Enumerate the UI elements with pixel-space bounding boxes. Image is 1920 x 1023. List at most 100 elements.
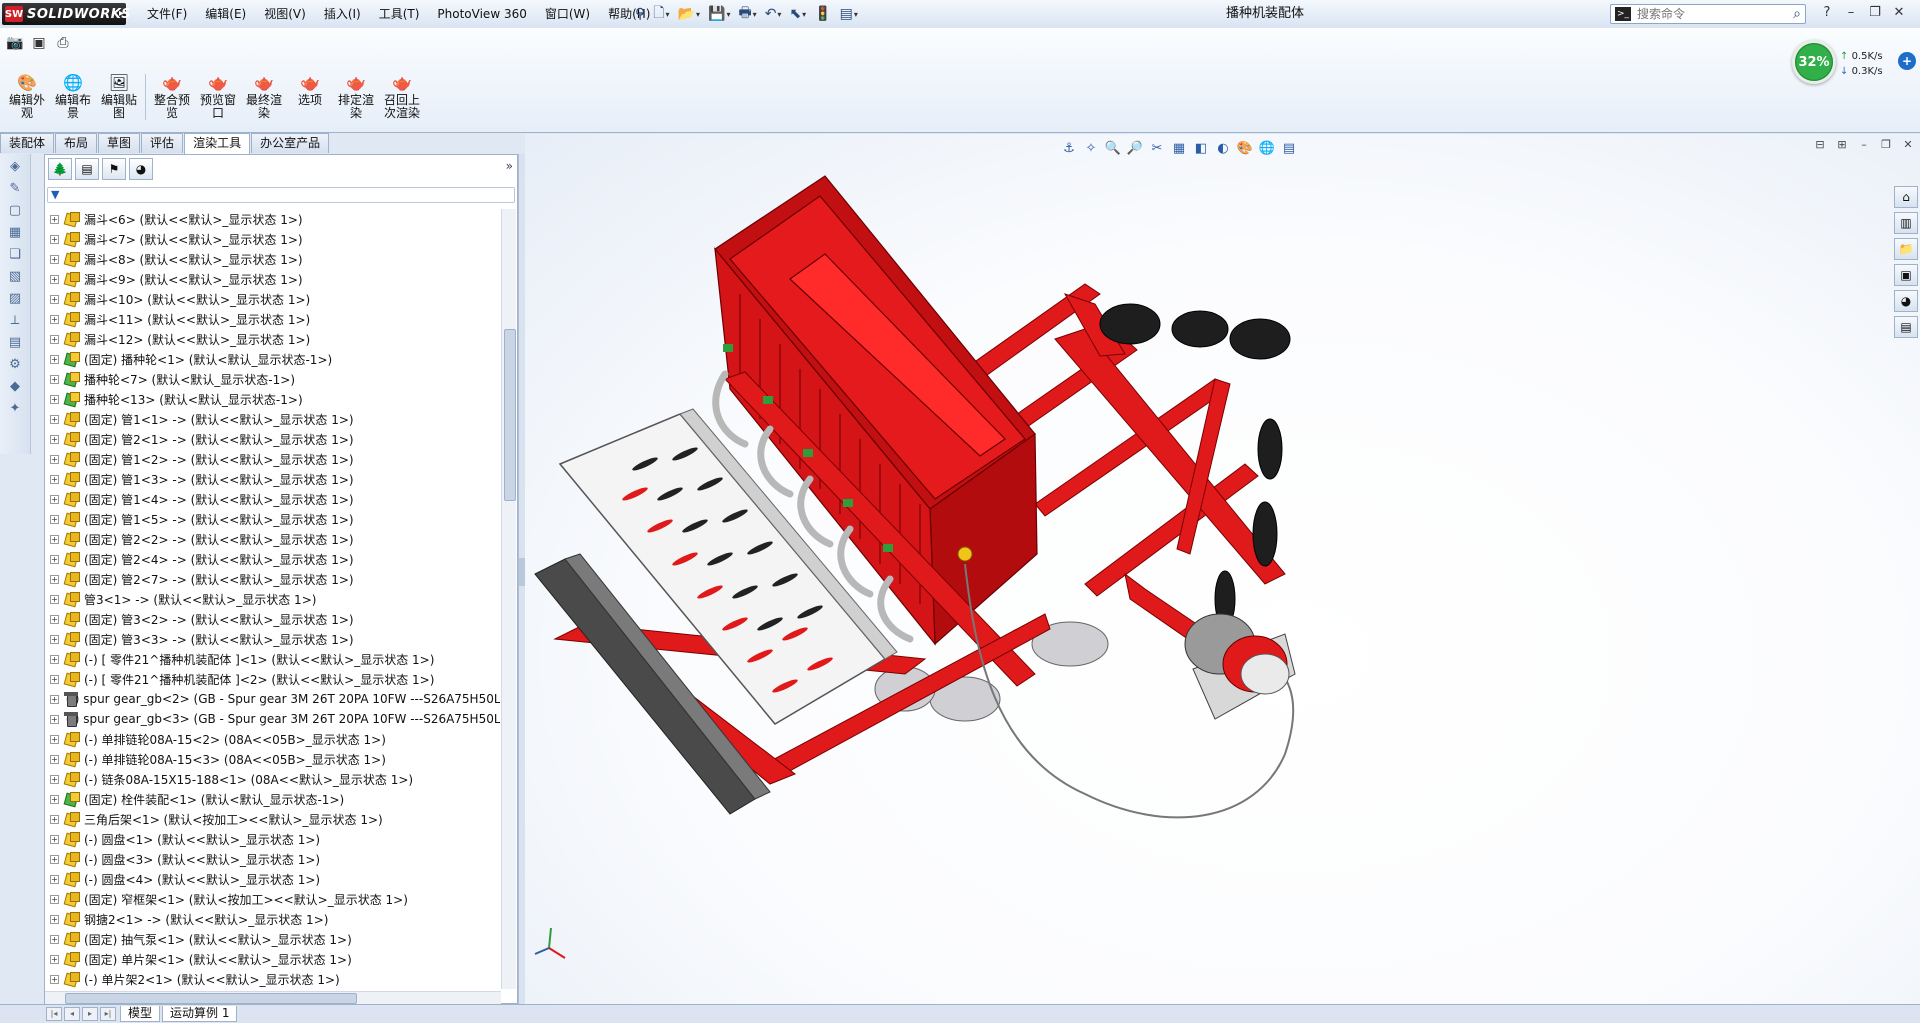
tab-assembly[interactable]: 装配体 bbox=[0, 133, 55, 153]
tree-item[interactable]: + 漏斗<7> (默认<<默认>_显示状态 1>) bbox=[45, 229, 500, 249]
tree-item[interactable]: + 漏斗<11> (默认<<默认>_显示状态 1>) bbox=[45, 309, 500, 329]
expand-icon[interactable]: + bbox=[50, 894, 59, 904]
tree-item[interactable]: + (-) 圆盘<3> (默认<<默认>_显示状态 1>) bbox=[45, 849, 500, 869]
shell-icon[interactable]: ▨ bbox=[6, 290, 24, 308]
graphics-area[interactable]: ⚓ ✧ 🔍 🔎 ✂ ▦ ◧ ◐ 🎨 🌐 ▤ ⊟ ⊞ – ❐ ✕ ⌂ ▥ 📁 ▣ … bbox=[525, 134, 1920, 1004]
expand-icon[interactable]: + bbox=[50, 654, 59, 664]
expand-icon[interactable]: + bbox=[50, 974, 59, 984]
sketch-icon[interactable]: ✎ bbox=[6, 180, 24, 198]
tab-model[interactable]: 模型 bbox=[120, 1006, 161, 1022]
tree-item[interactable]: + (固定) 管1<5> -> (默认<<默认>_显示状态 1>) bbox=[45, 509, 500, 529]
tree-item[interactable]: + (-) 单排链轮08A-15<2> (08A<<05B>_显示状态 1>) bbox=[45, 729, 500, 749]
options-render-button[interactable]: 🫖 选项 bbox=[287, 72, 333, 107]
expand-icon[interactable]: + bbox=[50, 414, 59, 424]
display-manager-tab-icon[interactable]: ◕ bbox=[129, 158, 153, 180]
menu-tools[interactable]: 工具(T) bbox=[370, 0, 429, 28]
edit-decal-button[interactable]: 🖼 编辑贴图 bbox=[96, 72, 142, 120]
next-tab-icon[interactable]: ▸ bbox=[82, 1007, 98, 1021]
expand-icon[interactable]: + bbox=[50, 374, 59, 384]
tree-item[interactable]: + 漏斗<12> (默认<<默认>_显示状态 1>) bbox=[45, 329, 500, 349]
tree-item[interactable]: + (固定) 管1<1> -> (默认<<默认>_显示状态 1>) bbox=[45, 409, 500, 429]
smart-fastener-icon[interactable]: ✦ bbox=[6, 400, 24, 418]
print-render-icon[interactable]: ⎙ bbox=[54, 34, 72, 52]
tree-filter-field[interactable]: ▼ bbox=[47, 187, 515, 203]
help-icon[interactable]: ? bbox=[1816, 2, 1838, 24]
expand-icon[interactable]: + bbox=[50, 934, 59, 944]
expand-icon[interactable]: + bbox=[50, 874, 59, 884]
plus-icon[interactable]: + bbox=[1898, 52, 1916, 70]
expand-icon[interactable]: + bbox=[50, 354, 59, 364]
search-icon[interactable]: ⌕ bbox=[1793, 6, 1801, 22]
prev-tab-icon[interactable]: ◂ bbox=[64, 1007, 80, 1021]
save-button[interactable]: 💾 ▾ bbox=[705, 3, 733, 25]
expand-icon[interactable]: + bbox=[50, 694, 59, 704]
tree-item[interactable]: + 三角后架<1> (默认<按加工><<默认>_显示状态 1>) bbox=[45, 809, 500, 829]
schedule-render-button[interactable]: 🫖 排定渲染 bbox=[333, 72, 379, 120]
rebuild-button[interactable]: 🚦 bbox=[811, 3, 834, 25]
tab-office-products[interactable]: 办公室产品 bbox=[251, 133, 330, 153]
measure-icon[interactable]: ▤ bbox=[6, 334, 24, 352]
panel-splitter[interactable] bbox=[518, 154, 525, 1004]
close-button[interactable]: ✕ bbox=[1888, 2, 1910, 24]
tab-motion-study[interactable]: 运动算例 1 bbox=[162, 1006, 238, 1022]
tree-item[interactable]: + (固定) 管2<4> -> (默认<<默认>_显示状态 1>) bbox=[45, 549, 500, 569]
seeder-assembly-model[interactable] bbox=[525, 134, 1920, 1004]
render-region-icon[interactable]: ▣ bbox=[30, 34, 48, 52]
tree-item[interactable]: + (固定) 播种轮<1> (默认<默认_显示状态-1>) bbox=[45, 349, 500, 369]
box-icon[interactable]: ▢ bbox=[6, 202, 24, 220]
expand-icon[interactable]: + bbox=[50, 594, 59, 604]
tab-sketch[interactable]: 草图 bbox=[98, 133, 141, 153]
expand-icon[interactable]: + bbox=[50, 514, 59, 524]
expand-icon[interactable]: + bbox=[50, 834, 59, 844]
axis-icon[interactable]: ⟂ bbox=[6, 312, 24, 330]
tree-horizontal-scrollbar[interactable] bbox=[45, 991, 501, 1004]
expand-icon[interactable]: + bbox=[50, 474, 59, 484]
expand-icon[interactable]: + bbox=[50, 794, 59, 804]
tree-vertical-scrollbar[interactable] bbox=[501, 209, 516, 989]
tree-item[interactable]: + 漏斗<8> (默认<<默认>_显示状态 1>) bbox=[45, 249, 500, 269]
expand-panel-icon[interactable]: » bbox=[506, 159, 513, 173]
expand-icon[interactable]: + bbox=[50, 494, 59, 504]
expand-icon[interactable]: + bbox=[50, 394, 59, 404]
expand-icon[interactable]: + bbox=[50, 714, 59, 724]
tree-item[interactable]: + (固定) 管3<2> -> (默认<<默认>_显示状态 1>) bbox=[45, 609, 500, 629]
tree-item[interactable]: + (-) 圆盘<1> (默认<<默认>_显示状态 1>) bbox=[45, 829, 500, 849]
expand-icon[interactable]: + bbox=[50, 774, 59, 784]
expand-icon[interactable]: + bbox=[50, 574, 59, 584]
tab-layout[interactable]: 布局 bbox=[55, 133, 98, 153]
edit-scene-button[interactable]: 🌐 编辑布景 bbox=[50, 72, 96, 120]
tree-item[interactable]: + (固定) 管2<1> -> (默认<<默认>_显示状态 1>) bbox=[45, 429, 500, 449]
expand-icon[interactable]: + bbox=[50, 614, 59, 624]
extrude-icon[interactable]: ▦ bbox=[6, 224, 24, 242]
expand-icon[interactable]: + bbox=[50, 334, 59, 344]
tree-item[interactable]: + (固定) 栓件装配<1> (默认<默认_显示状态-1>) bbox=[45, 789, 500, 809]
select-button[interactable]: ⬉ ▾ bbox=[786, 3, 809, 25]
tree-item[interactable]: + 钢搪2<1> -> (默认<<默认>_显示状态 1>) bbox=[45, 909, 500, 929]
cut-icon[interactable]: ▧ bbox=[6, 268, 24, 286]
expand-icon[interactable]: + bbox=[50, 454, 59, 464]
preview-window-button[interactable]: 🫖 预览窗口 bbox=[195, 72, 241, 120]
tree-item[interactable]: + (-) spur gear_gb<2> (GB - Spur gear 3M … bbox=[45, 689, 500, 709]
integrated-preview-button[interactable]: 🫖 整合预览 bbox=[149, 72, 195, 120]
menu-window[interactable]: 窗口(W) bbox=[536, 0, 599, 28]
tree-item[interactable]: + 漏斗<9> (默认<<默认>_显示状态 1>) bbox=[45, 269, 500, 289]
expand-icon[interactable]: + bbox=[50, 814, 59, 824]
expand-icon[interactable]: + bbox=[50, 754, 59, 764]
mate-icon[interactable]: ⚙ bbox=[6, 356, 24, 374]
property-manager-tab-icon[interactable]: ▤ bbox=[75, 158, 99, 180]
camera-icon[interactable]: 📷 bbox=[6, 34, 24, 52]
tree-item[interactable]: + (固定) 管1<4> -> (默认<<默认>_显示状态 1>) bbox=[45, 489, 500, 509]
expand-icon[interactable]: + bbox=[50, 234, 59, 244]
tree-item[interactable]: + 播种轮<13> (默认<默认_显示状态-1>) bbox=[45, 389, 500, 409]
tree-item[interactable]: + 漏斗<10> (默认<<默认>_显示状态 1>) bbox=[45, 289, 500, 309]
print-button[interactable]: 🖶 ▾ bbox=[735, 3, 759, 25]
tree-item[interactable]: + (-) spur gear_gb<3> (GB - Spur gear 3M … bbox=[45, 709, 500, 729]
tab-evaluate[interactable]: 评估 bbox=[141, 133, 184, 153]
tree-item[interactable]: + (-) 单排链轮08A-15<3> (08A<<05B>_显示状态 1>) bbox=[45, 749, 500, 769]
recall-last-render-button[interactable]: 🫖 召回上次渲染 bbox=[379, 72, 425, 120]
open-button[interactable]: 📂 ▾ bbox=[675, 3, 703, 25]
tree-item[interactable]: + (-) 单片架2<1> (默认<<默认>_显示状态 1>) bbox=[45, 969, 500, 989]
solidworks-logo[interactable]: SW SOLIDWORKS ▸ bbox=[2, 3, 131, 25]
menu-insert[interactable]: 插入(I) bbox=[315, 0, 370, 28]
tree-item[interactable]: + (固定) 管1<3> -> (默认<<默认>_显示状态 1>) bbox=[45, 469, 500, 489]
